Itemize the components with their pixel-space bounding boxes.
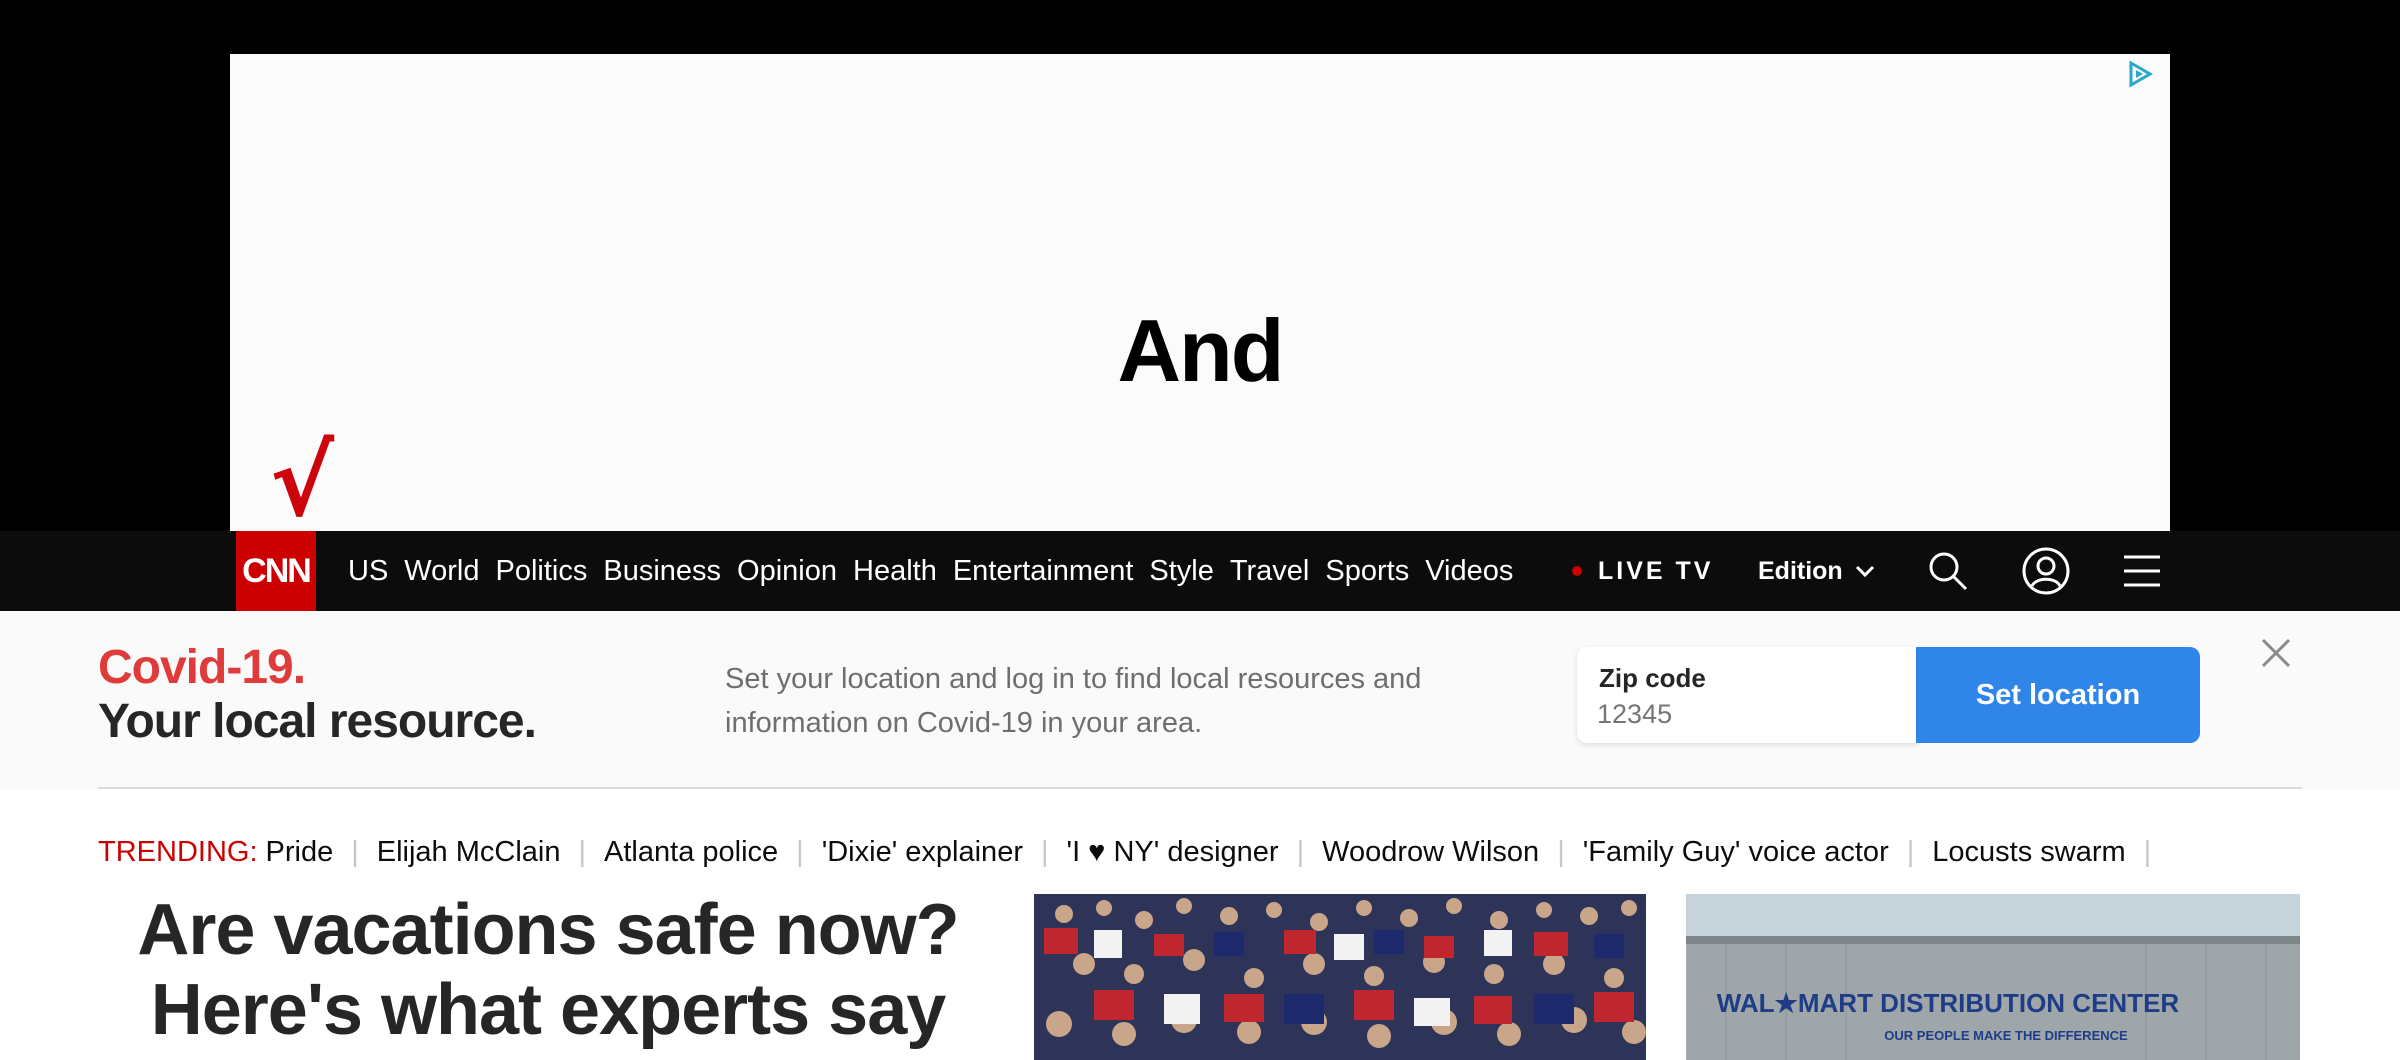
separator: | xyxy=(351,835,359,868)
separator: | xyxy=(796,835,804,868)
covid-title: Covid-19. Your local resource. xyxy=(98,641,537,749)
live-tv-label: LIVE TV xyxy=(1598,556,1714,585)
nav-link-travel[interactable]: Travel xyxy=(1230,555,1310,588)
walmart-distribution-image[interactable]: WAL★MART DISTRIBUTION CENTER OUR PEOPLE … xyxy=(1686,894,2300,1060)
nav-link-business[interactable]: Business xyxy=(603,555,721,588)
separator: | xyxy=(1296,835,1305,868)
sign-line1: WAL★MART DISTRIBUTION CENTER xyxy=(1717,988,2180,1018)
zip-code-label: Zip code xyxy=(1599,663,1706,693)
divider xyxy=(98,787,2302,789)
separator: | xyxy=(578,835,587,868)
nav-link-sports[interactable]: Sports xyxy=(1325,555,1409,588)
separator: | xyxy=(2143,835,2152,868)
rally-crowd-image[interactable] xyxy=(1034,894,1646,1060)
cnn-logo[interactable]: CNN xyxy=(236,531,316,611)
ad-band: And √ xyxy=(0,0,2400,531)
nav-link-videos[interactable]: Videos xyxy=(1425,555,1513,588)
crowd-photo xyxy=(1034,894,1646,1060)
search-icon[interactable] xyxy=(1926,549,1970,593)
trending-item[interactable]: 'Dixie' explainer xyxy=(822,836,1023,869)
edition-label: Edition xyxy=(1758,556,1843,585)
edition-dropdown[interactable]: Edition xyxy=(1758,531,1875,611)
lead-headline[interactable]: Are vacations safe now? Here's what expe… xyxy=(98,890,998,1050)
close-icon[interactable] xyxy=(2258,635,2294,671)
menu-icon[interactable] xyxy=(2120,549,2164,593)
trending-item[interactable]: Elijah McClain xyxy=(377,836,561,869)
trending-bar: TRENDING: Pride | Elijah McClain | Atlanta… xyxy=(98,832,2169,872)
top-nav: CNN US World Politics Business Opinion H… xyxy=(0,531,2400,611)
nav-link-us[interactable]: US xyxy=(348,555,388,588)
trending-item[interactable]: Pride xyxy=(266,836,334,869)
covid-banner: Covid-19. Your local resource. Set your … xyxy=(0,611,2400,789)
separator: | xyxy=(1040,835,1049,868)
zip-code-input[interactable] xyxy=(1597,699,1897,730)
logo-text: CNN xyxy=(242,551,312,590)
live-dot-icon xyxy=(1572,566,1582,576)
covid-title-line1: Covid-19. xyxy=(98,641,306,694)
account-icon[interactable] xyxy=(2022,547,2070,595)
trending-item[interactable]: Atlanta police xyxy=(604,836,778,869)
sign-line2: OUR PEOPLE MAKE THE DIFFERENCE xyxy=(1884,1028,2128,1043)
nav-link-style[interactable]: Style xyxy=(1149,555,1213,588)
set-location-button[interactable]: Set location xyxy=(1916,647,2200,743)
trending-item[interactable]: 'Family Guy' voice actor xyxy=(1583,836,1889,869)
ad-banner[interactable]: And √ xyxy=(230,54,2170,531)
trending-item[interactable]: 'I ♥ NY' designer xyxy=(1067,836,1279,869)
trending-label: TRENDING: xyxy=(98,835,258,868)
ad-headline: And xyxy=(1117,301,1284,400)
adchoices-icon[interactable] xyxy=(2126,60,2154,88)
nav-link-entertainment[interactable]: Entertainment xyxy=(953,555,1134,588)
walmart-photo: WAL★MART DISTRIBUTION CENTER OUR PEOPLE … xyxy=(1686,894,2300,1060)
separator: | xyxy=(1557,835,1565,868)
nav-link-opinion[interactable]: Opinion xyxy=(737,555,837,588)
trending-item[interactable]: Woodrow Wilson xyxy=(1322,836,1539,869)
verizon-check-icon: √ xyxy=(270,426,335,531)
nav-link-politics[interactable]: Politics xyxy=(496,555,588,588)
nav-links: US World Politics Business Opinion Healt… xyxy=(348,531,1529,611)
zip-code-field[interactable]: Zip code xyxy=(1577,647,1917,743)
trending-item[interactable]: Locusts swarm xyxy=(1932,836,2125,869)
separator: | xyxy=(1906,835,1915,868)
covid-description: Set your location and log in to find loc… xyxy=(725,663,1422,739)
covid-title-line2: Your local resource. xyxy=(98,695,537,748)
chevron-down-icon xyxy=(1855,565,1874,578)
nav-link-world[interactable]: World xyxy=(404,555,479,588)
nav-link-health[interactable]: Health xyxy=(853,555,937,588)
live-tv-link[interactable]: LIVE TV xyxy=(1572,531,1713,611)
